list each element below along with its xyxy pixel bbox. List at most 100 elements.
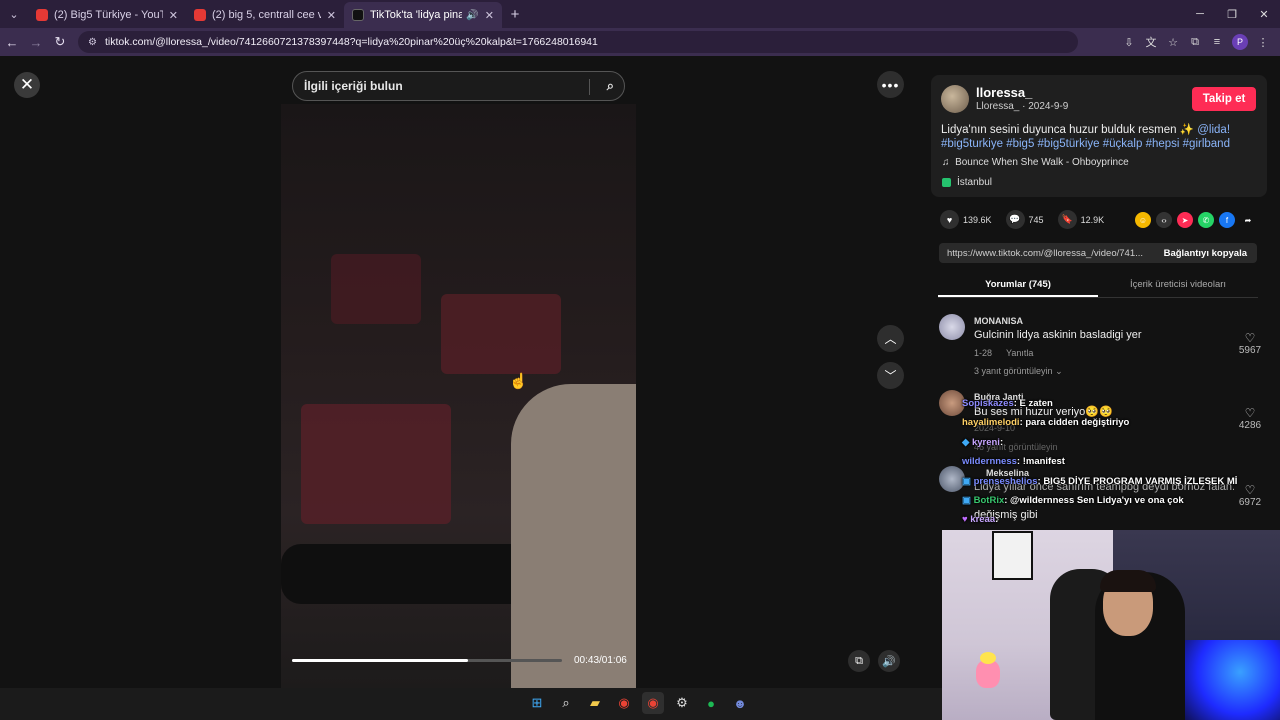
tabs-divider [938,297,1258,298]
site-info-icon[interactable]: ⚙ [88,37,97,48]
copy-link-button[interactable]: Bağlantıyı kopyala [1154,248,1257,259]
tab-search-chevron-icon[interactable]: ⌄ [0,0,28,28]
like-button[interactable]: ♥ 139.6K [940,210,992,229]
previous-video-button[interactable]: ︿ [877,325,904,352]
tab-title: TikTok'ta 'lidya pinar üç kalp [370,9,463,21]
comment-like-count: 4286 [1238,420,1262,431]
comment-button[interactable]: 💬 745 [1005,210,1044,229]
comment-like[interactable]: ♡ 6972 [1233,483,1267,508]
tab-comments[interactable]: Yorumlar (745) [938,275,1098,297]
save-button[interactable]: 🔖 12.9K [1057,210,1104,229]
toy-head [980,652,996,664]
location-label[interactable]: İstanbul [942,177,992,188]
background-seat [301,404,451,524]
video-search-input[interactable]: İlgili içeriği bulun ⌕ [292,71,625,101]
post-link-text[interactable]: https://www.tiktok.com/@lloressa_/video/… [939,248,1154,259]
reply-button[interactable]: Yanıtla [1006,348,1033,358]
close-tab-icon[interactable]: ✕ [327,9,336,22]
browser-tab-active[interactable]: TikTok'ta 'lidya pinar üç kalp 🔊 ✕ [344,2,502,28]
whatsapp-icon[interactable]: ✆ [1198,212,1214,228]
close-window-icon[interactable]: ✕ [1248,0,1280,28]
search-divider [589,79,590,95]
post-actions: ♥ 139.6K 💬 745 🔖 12.9K [940,210,1118,229]
search-icon[interactable]: ⌕ [607,78,614,94]
share-friends-icon[interactable]: ☺ [1135,212,1151,228]
chat-user: BotRix [973,495,1005,506]
chat-text: : E zaten [1013,398,1053,409]
windows-start-icon[interactable]: ⊞ [526,692,548,714]
background-seat [441,294,561,374]
next-video-button[interactable]: ﹀ [877,362,904,389]
author-subline: Lloressa_ · 2024-9-9 [976,101,1069,112]
chat-user: hayalimelodi [962,417,1020,428]
video-progress-bar[interactable] [292,659,562,662]
chat-message: ▣ BotRix: @wildernness Sen Lidya'yı ve o… [962,495,1184,506]
restore-icon[interactable]: ❐ [1216,0,1248,28]
chrome-icon[interactable]: ◉ [613,692,635,714]
install-app-icon[interactable]: ⇩ [1118,36,1140,49]
comment-like[interactable]: ♡ 5967 [1233,331,1267,356]
replies-label: 3 yanıt görüntüleyin [974,366,1053,376]
file-explorer-icon[interactable]: ▰ [584,692,606,714]
author-avatar[interactable] [941,85,969,113]
translate-icon[interactable]: 文 [1140,34,1162,50]
app-icon[interactable]: ⚙ [671,692,693,714]
search-placeholder: İlgili içeriği bulun [304,79,403,93]
chat-message: ◆ kyreni: [962,437,1003,448]
close-video-button[interactable]: ✕ [14,72,40,98]
streamer-hair [1100,570,1156,592]
tab-creator-videos[interactable]: İçerik üreticisi videoları [1098,275,1258,297]
send-icon[interactable]: ➤ [1177,212,1193,228]
os-taskbar [0,688,942,720]
menu-kebab-icon[interactable]: ⋮ [1252,36,1274,49]
share-options: ☺ ‹› ➤ ✆ f ➦ [1135,212,1261,228]
reading-list-icon[interactable]: ≡ [1206,36,1228,48]
volume-icon[interactable]: 🔊 [878,650,900,672]
comment-text: Gulcinin lidya askinin basladigi yer [974,329,1142,341]
chrome-active-icon[interactable]: ◉ [642,692,664,714]
browser-tab[interactable]: (2) Big5 Türkiye - YouTube ✕ [28,2,186,28]
music-label[interactable]: ♫ Bounce When She Walk - Ohboyprince [942,157,1129,168]
floating-player-icon[interactable]: ⧉ [848,650,870,672]
like-count: 139.6K [963,214,992,225]
extensions-icon[interactable]: ⧉ [1184,36,1206,49]
profile-avatar[interactable]: P [1232,34,1248,50]
comment-author[interactable]: MONANISA [974,316,1023,326]
video-player[interactable] [281,104,636,688]
music-note-icon: ♫ [942,157,950,168]
close-tab-icon[interactable]: ✕ [485,9,494,22]
video-timecode: 00:43/01:06 [574,655,627,666]
new-tab-button[interactable]: + [502,6,528,23]
back-icon[interactable]: ← [0,35,24,50]
spotify-icon[interactable]: ● [700,692,722,714]
tab-title: (2) big 5, centrall cee ve manşu [212,9,321,21]
comment-like[interactable]: ♡ 4286 [1233,406,1267,431]
search-icon[interactable]: ⌕ [555,692,577,714]
facebook-icon[interactable]: f [1219,212,1235,228]
tiktok-icon [352,9,364,21]
reload-icon[interactable]: ↻ [48,34,72,50]
copy-link-row: https://www.tiktok.com/@lloressa_/video/… [939,243,1257,263]
browser-tab[interactable]: (2) big 5, centrall cee ve manşu ✕ [186,2,344,28]
bookmark-star-icon[interactable]: ☆ [1162,36,1184,49]
view-replies-button[interactable]: 3 yanıt görüntüleyin ⌄ [974,366,1063,377]
chat-message: ▣ prenseshelios: BIG5 DİYE PROGRAM VARMI… [962,476,1237,487]
close-tab-icon[interactable]: ✕ [169,9,178,22]
hand-cursor-icon: ☝ [509,373,528,390]
follow-button[interactable]: Takip et [1192,87,1256,111]
url-field[interactable]: ⚙ tiktok.com/@lloressa_/video/7412660721… [78,31,1078,53]
speaker-icon[interactable]: 🔊 [466,10,478,21]
embed-code-icon[interactable]: ‹› [1156,212,1172,228]
comment-icon: 💬 [1005,210,1025,229]
discord-icon[interactable]: ☻ [729,692,751,714]
description-text: Lidya'nın sesini duyunca huzur bulduk re… [941,124,1195,136]
cat-poster [992,531,1033,580]
share-arrow-icon[interactable]: ➦ [1240,212,1256,228]
tab-bar: ⌄ (2) Big5 Türkiye - YouTube ✕ (2) big 5… [0,0,1280,28]
author-username[interactable]: lloressa_ [976,85,1032,100]
more-options-button[interactable]: ••• [877,71,904,98]
minimize-icon[interactable]: ─ [1184,0,1216,28]
address-bar-row: ← → ↻ ⚙ tiktok.com/@lloressa_/video/7412… [0,28,1280,56]
forward-icon[interactable]: → [24,35,48,50]
commenter-avatar[interactable] [939,314,965,340]
